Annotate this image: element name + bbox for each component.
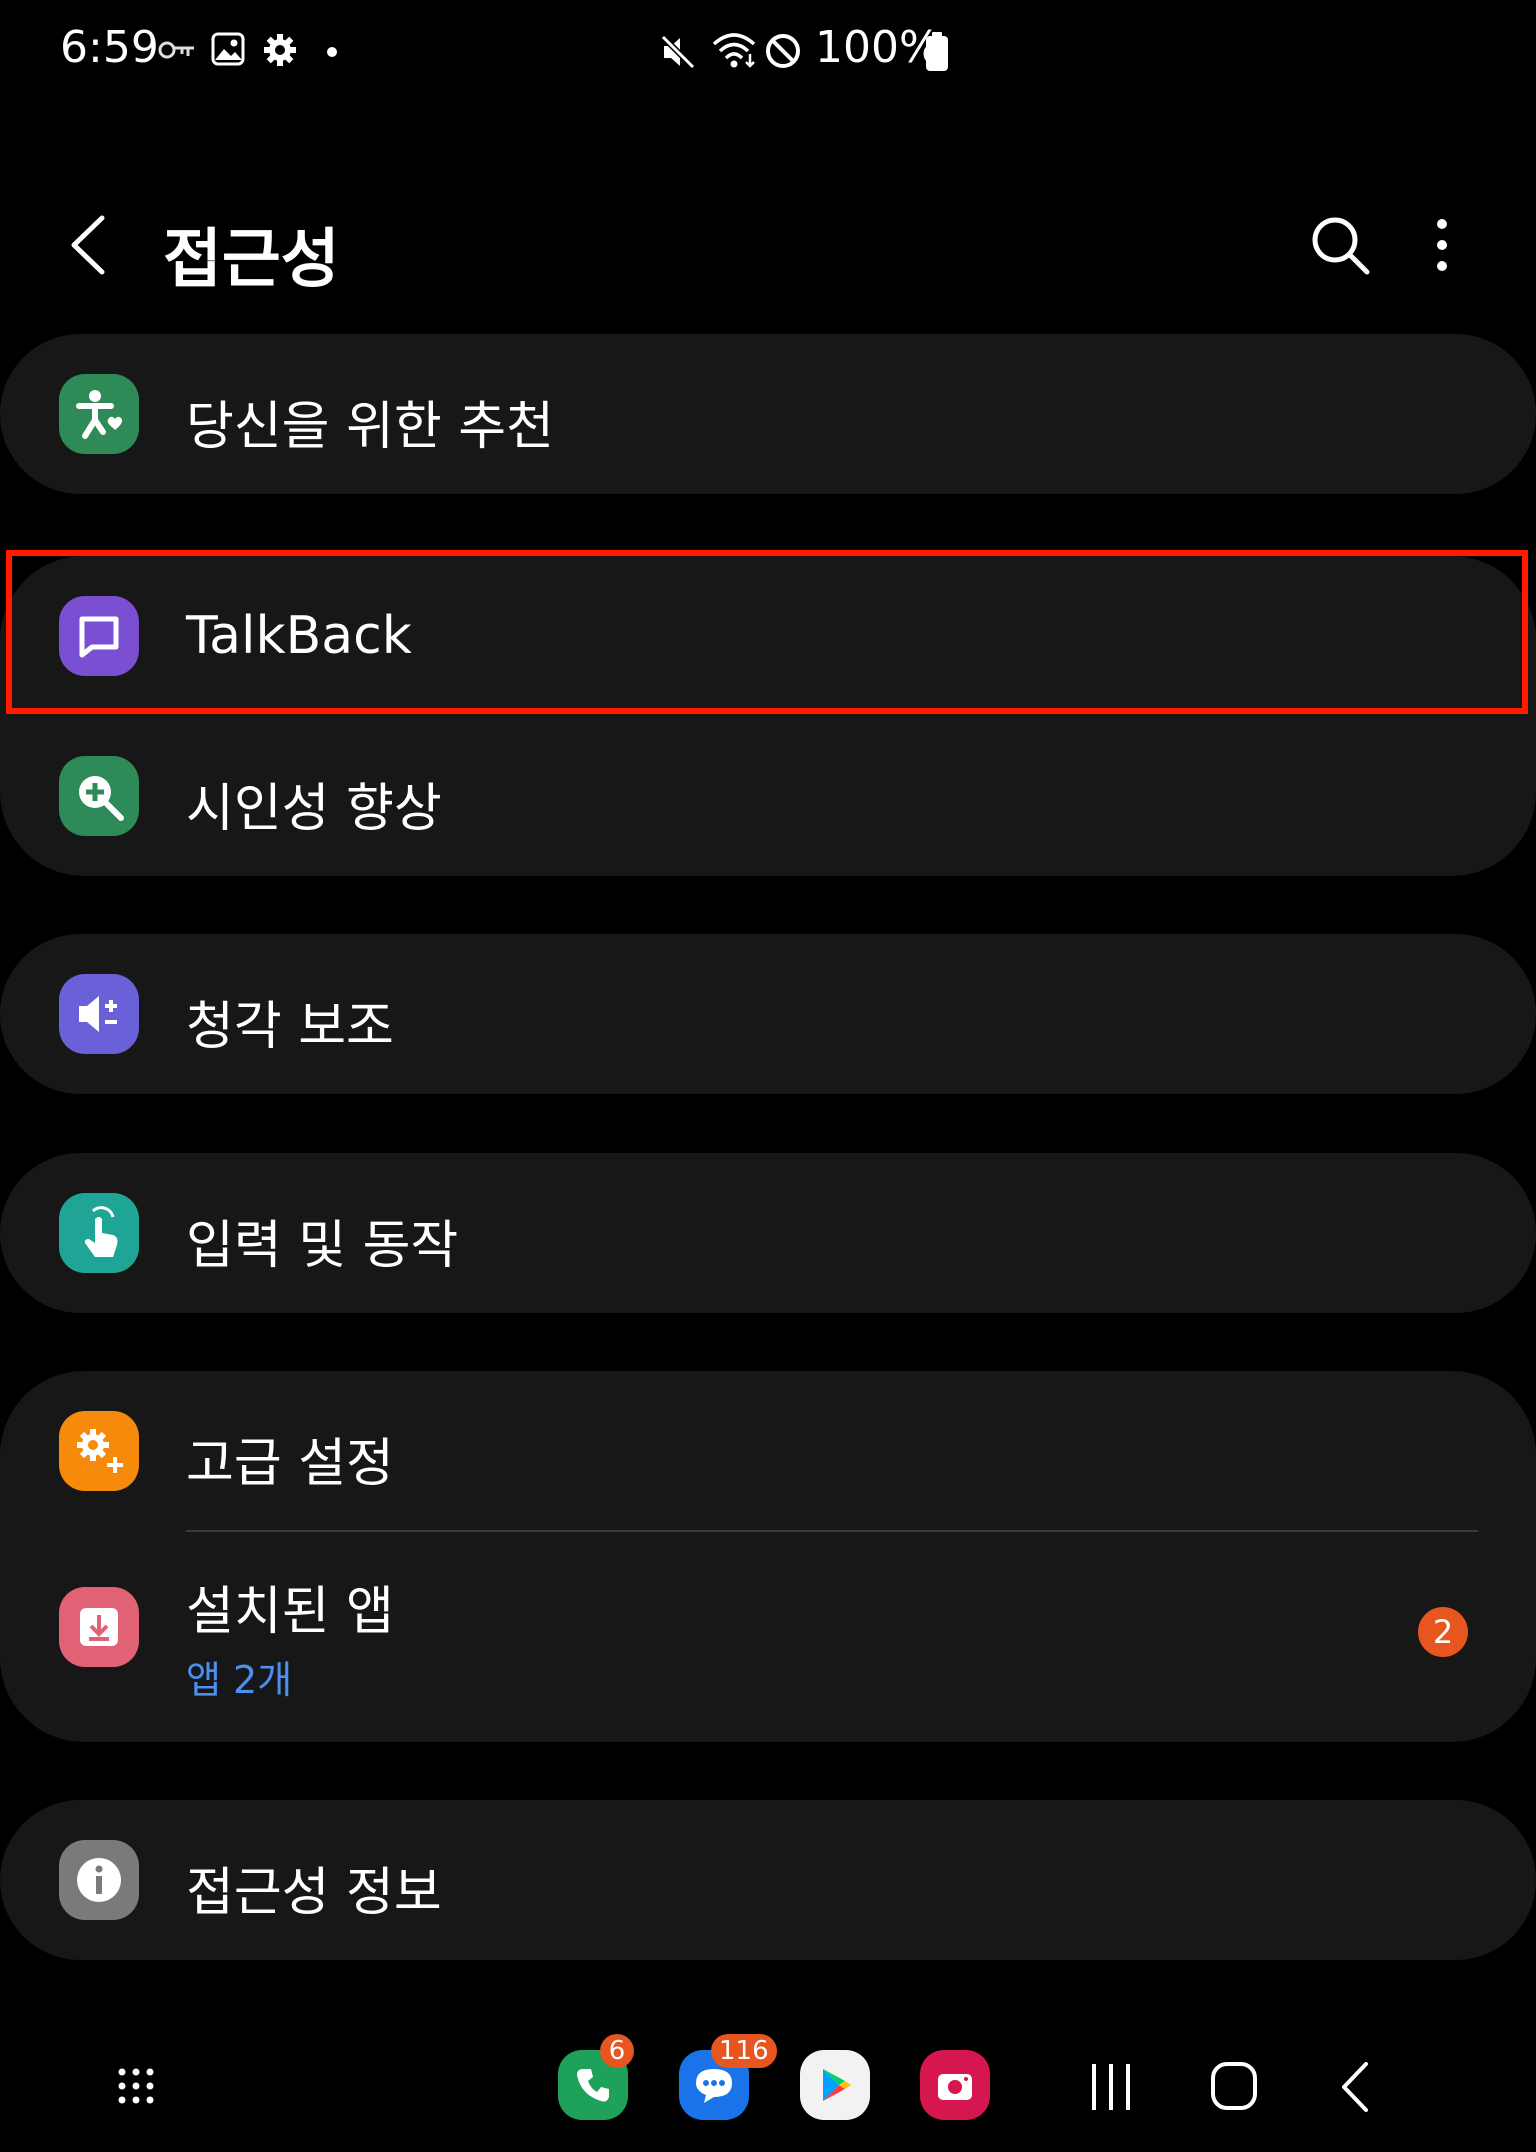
app-bar: 접근성 (0, 190, 1536, 300)
home-icon[interactable] (1210, 2060, 1258, 2112)
gallery-icon (211, 32, 245, 66)
phone-badge: 6 (600, 2034, 634, 2068)
app-drawer-icon[interactable] (116, 2066, 156, 2106)
back-arrow-icon[interactable] (62, 210, 118, 280)
info-icon (59, 1840, 139, 1920)
battery-icon (926, 32, 948, 71)
accessibility-heart-icon (59, 374, 139, 454)
menu-label-installed-apps: 설치된 앱 (186, 1582, 394, 1642)
card-advanced: 고급 설정 설치된 앱 앱 2개 2 (0, 1371, 1536, 1742)
menu-label-recommended: 당신을 위한 추천 (186, 397, 554, 457)
menu-item-about[interactable]: 접근성 정보 (0, 1800, 1536, 1960)
menu-item-recommended[interactable]: 당신을 위한 추천 (0, 334, 1536, 494)
card-recommended: 당신을 위한 추천 (0, 334, 1536, 494)
installed-apps-count: 앱 2개 (186, 1658, 293, 1702)
menu-item-advanced[interactable]: 고급 설정 (0, 1371, 1536, 1531)
highlight-box (6, 550, 1528, 714)
recents-icon[interactable] (1088, 2060, 1134, 2114)
vpn-key-icon (158, 41, 194, 59)
card-about: 접근성 정보 (0, 1800, 1536, 1960)
menu-label-about: 접근성 정보 (186, 1863, 442, 1923)
menu-item-hearing[interactable]: 청각 보조 (0, 934, 1536, 1094)
battery-percent: 100% (815, 22, 941, 73)
back-icon[interactable] (1336, 2060, 1376, 2114)
phone-app-icon[interactable]: 6 (558, 2034, 634, 2120)
messages-badge: 116 (711, 2034, 777, 2068)
dot-icon (327, 47, 337, 57)
notification-badge: 2 (1418, 1607, 1468, 1657)
menu-item-visibility[interactable]: 시인성 향상 (0, 716, 1536, 876)
wifi-icon (712, 33, 756, 68)
menu-label-advanced: 고급 설정 (186, 1434, 394, 1494)
volume-plus-minus-icon (59, 974, 139, 1054)
card-hearing: 청각 보조 (0, 934, 1536, 1094)
do-not-disturb-icon (766, 34, 800, 68)
gear-plus-icon (59, 1411, 139, 1491)
search-icon[interactable] (1305, 210, 1375, 280)
camera-app-icon[interactable] (920, 2050, 990, 2120)
page-title: 접근성 (163, 223, 340, 297)
download-icon (59, 1587, 139, 1667)
card-interaction: 입력 및 동작 (0, 1153, 1536, 1313)
settings-icon (264, 34, 296, 66)
touch-hand-icon (59, 1193, 139, 1273)
status-time: 6:59 (60, 22, 159, 73)
status-bar: 6:59 100% (0, 0, 1536, 105)
menu-item-installed-apps[interactable]: 설치된 앱 앱 2개 2 (0, 1531, 1536, 1742)
play-store-app-icon[interactable] (800, 2050, 870, 2120)
menu-item-interaction[interactable]: 입력 및 동작 (0, 1153, 1536, 1313)
more-vertical-icon[interactable] (1420, 210, 1465, 280)
menu-label-visibility: 시인성 향상 (186, 779, 442, 839)
navigation-bar: 6 116 (0, 2020, 1536, 2152)
mute-icon (660, 34, 696, 70)
menu-label-interaction: 입력 및 동작 (186, 1216, 459, 1276)
messages-app-icon[interactable]: 116 (679, 2034, 777, 2120)
menu-label-hearing: 청각 보조 (186, 997, 394, 1057)
zoom-in-icon (59, 756, 139, 836)
